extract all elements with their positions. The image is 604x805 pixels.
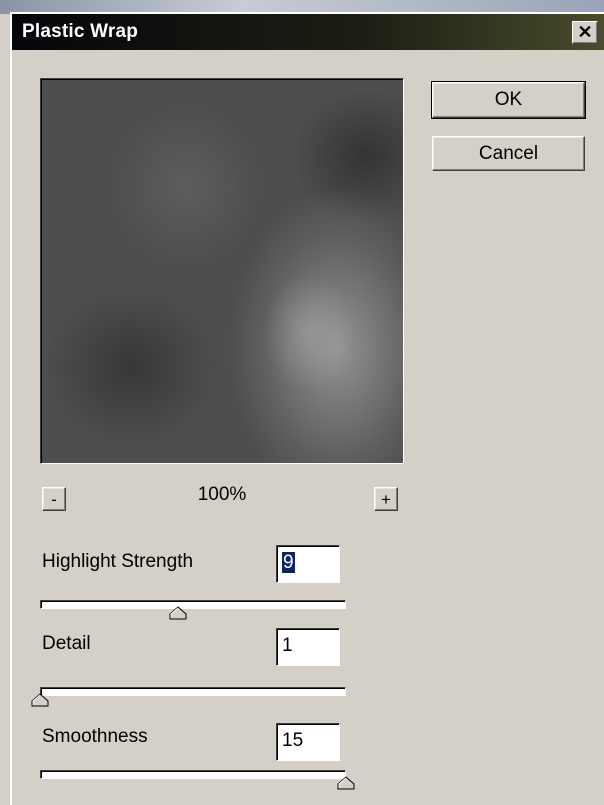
detail-input[interactable]: 1	[276, 628, 340, 666]
dialog-title: Plastic Wrap	[22, 21, 139, 42]
smoothness-slider[interactable]	[40, 770, 346, 779]
ok-button[interactable]: OK	[431, 81, 586, 119]
detail-label: Detail	[42, 633, 91, 654]
detail-slider[interactable]	[40, 687, 346, 696]
filter-preview[interactable]	[40, 78, 404, 464]
smoothness-value: 15	[282, 730, 304, 751]
cancel-button[interactable]: Cancel	[432, 136, 585, 171]
smoothness-slider-thumb[interactable]	[337, 776, 355, 790]
title-bar[interactable]: Plastic Wrap ✕	[12, 14, 604, 50]
highlight-strength-value: 9	[282, 552, 295, 573]
smoothness-input[interactable]: 15	[276, 723, 340, 761]
detail-slider-thumb[interactable]	[31, 693, 49, 707]
highlight-strength-slider[interactable]	[40, 600, 346, 609]
highlight-strength-input[interactable]: 9	[276, 545, 340, 583]
detail-value: 1	[282, 635, 293, 656]
close-button[interactable]: ✕	[572, 21, 598, 44]
smoothness-label: Smoothness	[42, 726, 148, 747]
plastic-wrap-dialog: Plastic Wrap ✕ OK Cancel - 100% + Highli…	[10, 12, 604, 805]
zoom-out-button[interactable]: -	[42, 487, 66, 511]
highlight-strength-label: Highlight Strength	[42, 551, 194, 572]
highlight-strength-slider-thumb[interactable]	[169, 606, 187, 620]
close-icon: ✕	[577, 22, 593, 42]
zoom-in-button[interactable]: +	[374, 487, 398, 511]
zoom-level: 100%	[197, 484, 247, 505]
